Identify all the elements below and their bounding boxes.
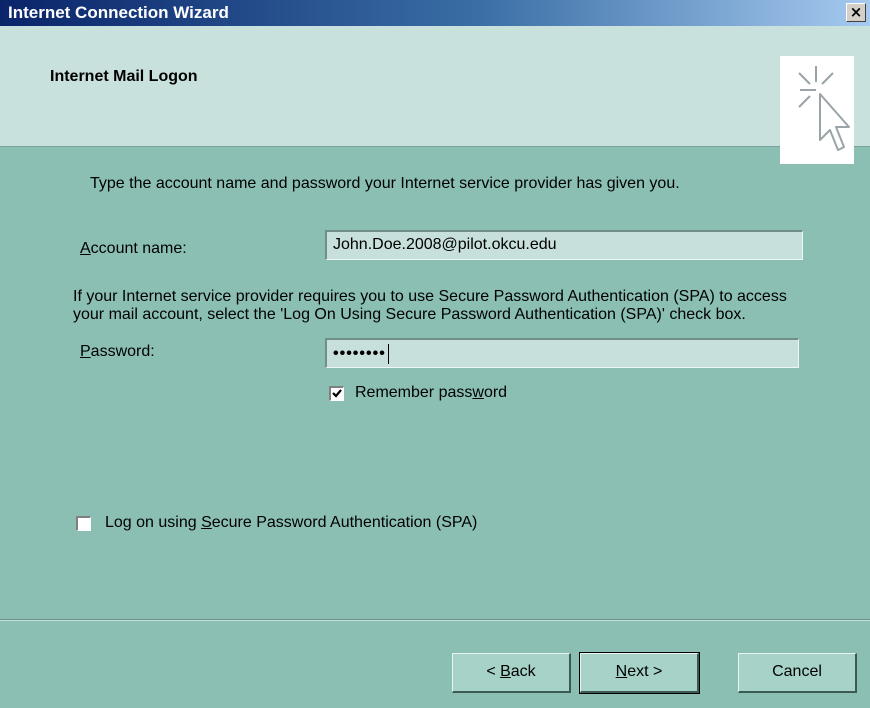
password-input[interactable]: •••••••• <box>325 338 799 368</box>
next-button[interactable]: Next > <box>579 652 700 694</box>
cancel-button[interactable]: Cancel <box>738 653 857 693</box>
text-caret <box>387 344 389 364</box>
account-name-label: Account name: <box>80 240 187 257</box>
account-name-input[interactable]: John.Doe.2008@pilot.okcu.edu <box>325 230 803 260</box>
window-title: Internet Connection Wizard <box>8 3 229 22</box>
wizard-header: Internet Mail Logon <box>0 26 870 164</box>
checkmark-icon <box>332 389 342 398</box>
wizard-content: Type the account name and password your … <box>0 147 870 612</box>
button-separator <box>0 619 870 621</box>
spa-description: If your Internet service provider requir… <box>73 288 787 323</box>
close-icon: × <box>849 3 863 21</box>
intro-text: Type the account name and password your … <box>90 175 680 192</box>
account-name-value: John.Doe.2008@pilot.okcu.edu <box>333 236 557 253</box>
close-button[interactable]: × <box>846 3 866 22</box>
password-value: •••••••• <box>333 345 386 363</box>
remember-password-checkbox[interactable] <box>329 386 344 401</box>
title-bar[interactable]: Internet Connection Wizard × <box>0 0 870 26</box>
spa-label[interactable]: Log on using Secure Password Authenticat… <box>105 514 477 532</box>
page-title: Internet Mail Logon <box>50 68 198 85</box>
password-label: Password: <box>80 343 155 360</box>
back-button[interactable]: < Back <box>452 653 571 693</box>
remember-password-label[interactable]: Remember password <box>355 384 507 402</box>
spa-checkbox[interactable] <box>76 516 91 531</box>
